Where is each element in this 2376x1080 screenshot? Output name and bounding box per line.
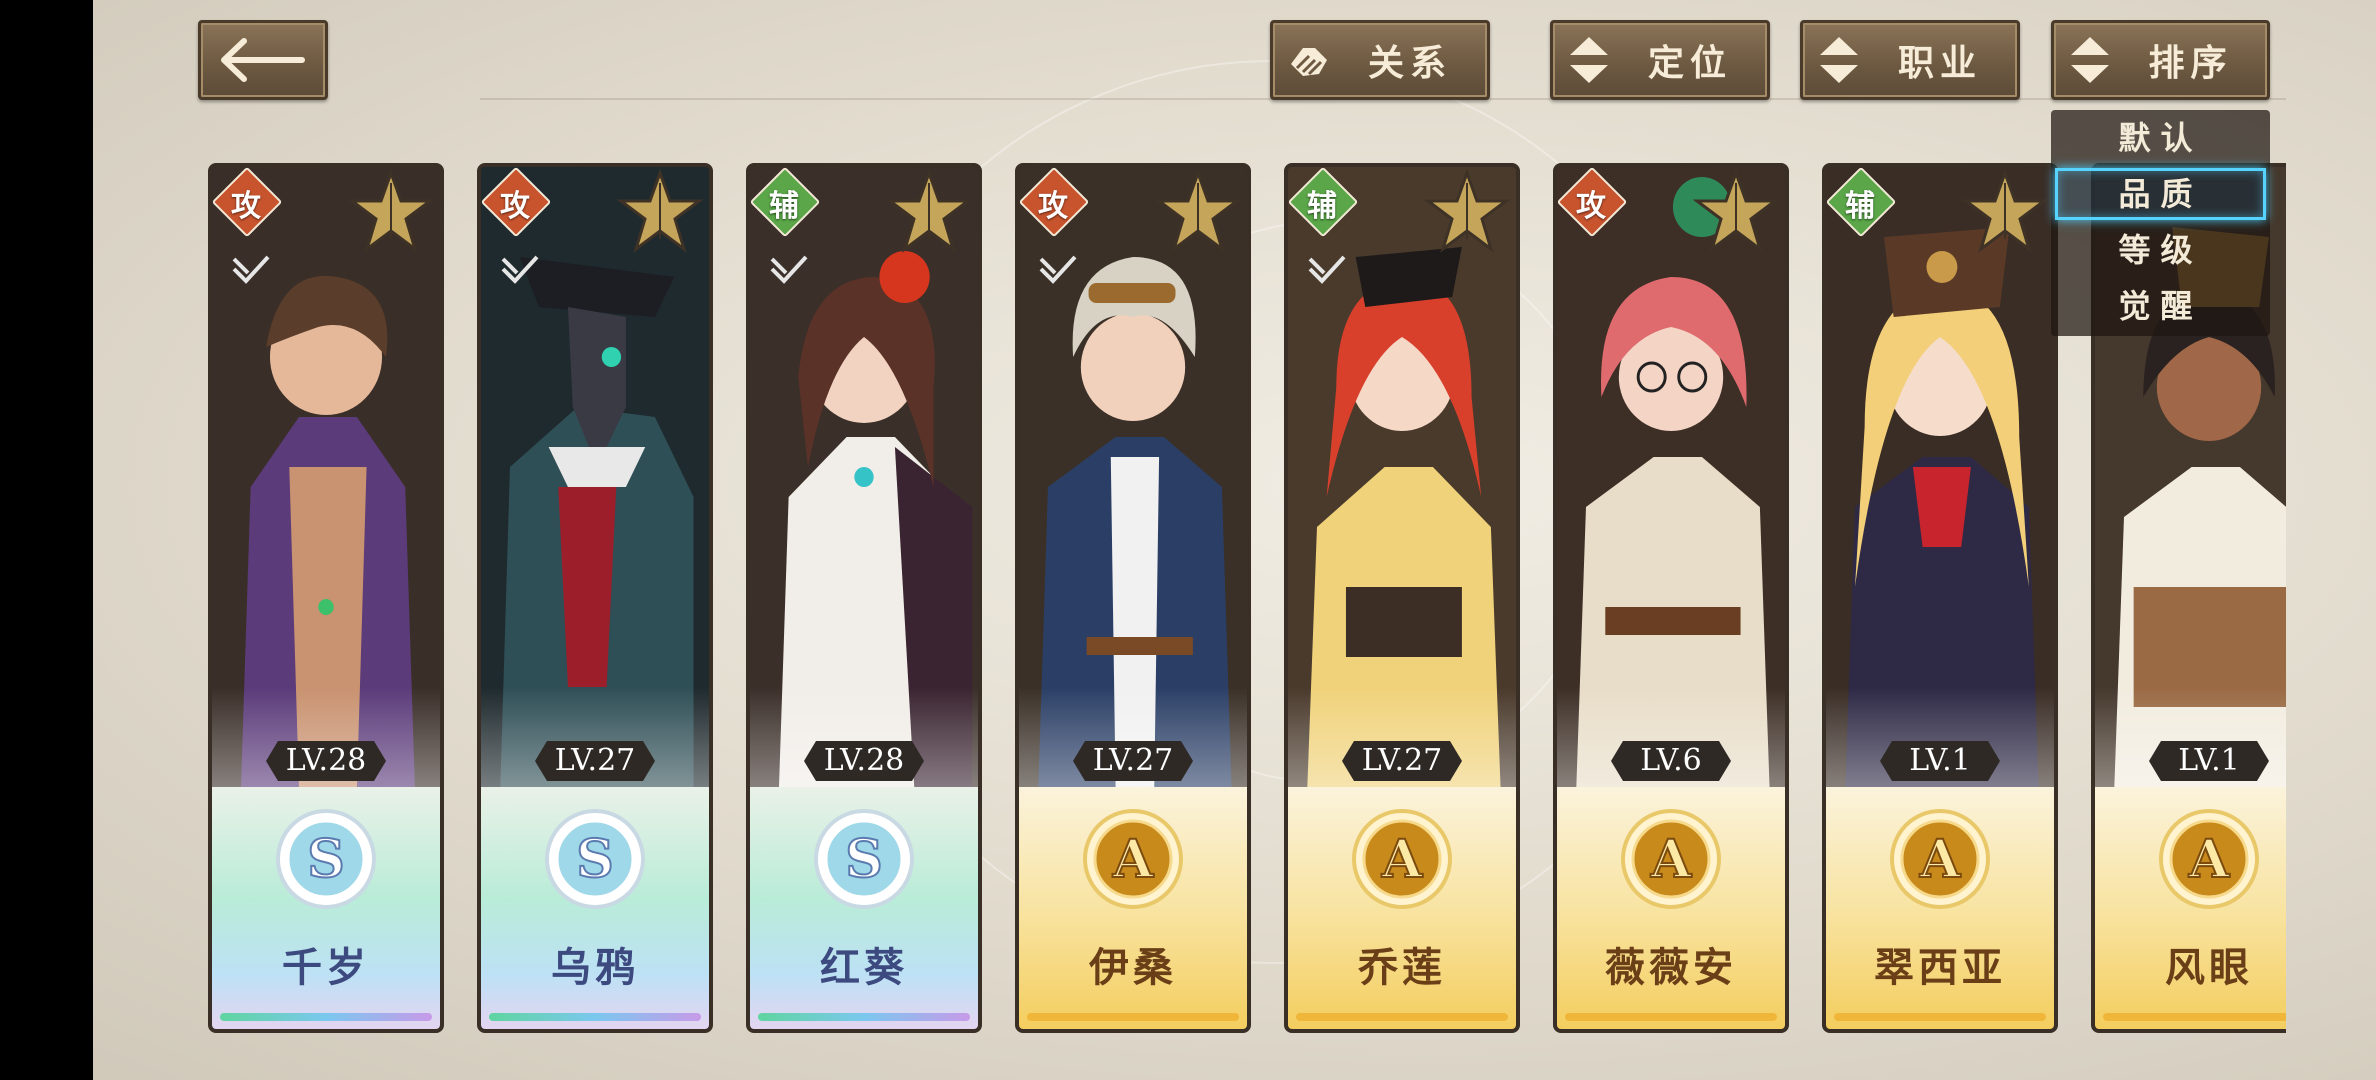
card-progress-bar bbox=[1027, 1013, 1239, 1021]
hero-name: 红葵 bbox=[820, 944, 908, 991]
sort-label: 排序 bbox=[2148, 43, 2233, 84]
rank-a-badge-icon: A bbox=[1352, 809, 1452, 909]
rank-s-badge-icon: S bbox=[814, 809, 914, 909]
rank-s-badge-icon: S bbox=[276, 809, 376, 909]
role-label: 辅 bbox=[1307, 189, 1337, 224]
level-label: LV.28 bbox=[266, 741, 386, 781]
hero-name: 伊桑 bbox=[1089, 944, 1177, 991]
role-label: 攻 bbox=[1576, 189, 1606, 224]
hero-card-list[interactable]: 攻 LV.28 S 千岁 攻 LV.27 S 乌鸦 辅 LV.28 S 红葵 攻… bbox=[200, 155, 2286, 1035]
role-label: 攻 bbox=[500, 189, 530, 224]
star-icon bbox=[617, 169, 703, 253]
class-filter-button[interactable]: 职业 bbox=[1800, 20, 2020, 100]
level-label: LV.27 bbox=[1073, 741, 1193, 781]
level-label: LV.1 bbox=[2149, 741, 2269, 781]
check-badge-icon bbox=[232, 255, 270, 284]
sort-button[interactable]: 排序 bbox=[2051, 20, 2270, 100]
sort-option-quality[interactable]: 品质 bbox=[2055, 168, 2266, 220]
handshake-icon bbox=[1273, 34, 1345, 86]
hero-name: 风眼 bbox=[2165, 944, 2253, 991]
rank-s-badge-icon: S bbox=[545, 809, 645, 909]
hero-name: 乌鸦 bbox=[551, 944, 639, 991]
svg-text:S: S bbox=[845, 829, 883, 890]
relation-label: 关系 bbox=[1367, 43, 1452, 84]
hero-card[interactable]: 攻 LV.27 A 伊桑 bbox=[1015, 163, 1251, 1033]
svg-text:A: A bbox=[1919, 829, 1961, 890]
sort-dropdown-menu: 默认 品质 等级 觉醒 bbox=[2051, 110, 2270, 336]
rank-a-badge-icon: A bbox=[1890, 809, 1990, 909]
class-filter-label: 职业 bbox=[1897, 43, 1982, 84]
card-progress-bar bbox=[758, 1013, 970, 1021]
relation-button[interactable]: 关系 bbox=[1270, 20, 1490, 100]
position-filter-label: 定位 bbox=[1647, 43, 1732, 84]
hero-card[interactable]: 辅 LV.28 S 红葵 bbox=[746, 163, 982, 1033]
level-label: LV.28 bbox=[804, 741, 924, 781]
sort-option-awaken[interactable]: 觉醒 bbox=[2055, 280, 2266, 332]
hero-card[interactable]: 攻 LV.27 S 乌鸦 bbox=[477, 163, 713, 1033]
level-label: LV.1 bbox=[1880, 741, 2000, 781]
star-icon bbox=[348, 169, 434, 253]
card-progress-bar bbox=[1565, 1013, 1777, 1021]
level-label: LV.6 bbox=[1611, 741, 1731, 781]
hero-card[interactable]: 攻 LV.6 A 薇薇安 bbox=[1553, 163, 1789, 1033]
back-button[interactable] bbox=[198, 20, 328, 100]
svg-text:S: S bbox=[307, 829, 345, 890]
level-label: LV.27 bbox=[1342, 741, 1462, 781]
check-badge-icon bbox=[1039, 255, 1077, 284]
rank-a-badge-icon: A bbox=[2159, 809, 2259, 909]
card-progress-bar bbox=[489, 1013, 701, 1021]
rank-a-badge-icon: A bbox=[1083, 809, 1183, 909]
check-badge-icon bbox=[770, 255, 808, 284]
position-filter-button[interactable]: 定位 bbox=[1550, 20, 1770, 100]
sort-arrows-icon bbox=[1553, 35, 1625, 85]
star-icon bbox=[1962, 169, 2048, 253]
hero-name: 薇薇安 bbox=[1605, 944, 1737, 991]
svg-text:A: A bbox=[1650, 829, 1692, 890]
svg-text:A: A bbox=[1381, 829, 1423, 890]
card-progress-bar bbox=[1296, 1013, 1508, 1021]
star-icon bbox=[1155, 169, 1241, 253]
hero-card[interactable]: 攻 LV.28 S 千岁 bbox=[208, 163, 444, 1033]
svg-text:S: S bbox=[576, 829, 614, 890]
star-icon bbox=[1424, 169, 1510, 253]
sort-arrows-icon bbox=[2054, 35, 2126, 85]
svg-text:A: A bbox=[1112, 829, 1154, 890]
role-label: 攻 bbox=[1038, 189, 1068, 224]
screen-edge-bar bbox=[0, 0, 93, 1080]
role-label: 辅 bbox=[769, 189, 799, 224]
check-badge-icon bbox=[1308, 255, 1346, 284]
svg-text:A: A bbox=[2188, 829, 2230, 890]
rank-a-badge-icon: A bbox=[1621, 809, 1721, 909]
arrow-left-icon bbox=[221, 38, 305, 82]
role-label: 辅 bbox=[1845, 189, 1875, 224]
check-badge-icon bbox=[501, 255, 539, 284]
hero-card[interactable]: 辅 LV.27 A 乔莲 bbox=[1284, 163, 1520, 1033]
sort-option-level[interactable]: 等级 bbox=[2055, 224, 2266, 276]
hero-name: 千岁 bbox=[282, 944, 370, 991]
hero-name: 乔莲 bbox=[1358, 944, 1446, 991]
level-label: LV.27 bbox=[535, 741, 655, 781]
role-label: 攻 bbox=[231, 189, 261, 224]
hero-name: 翠西亚 bbox=[1874, 944, 2006, 991]
hero-card[interactable]: 辅 LV.1 A 翠西亚 bbox=[1822, 163, 2058, 1033]
star-icon bbox=[886, 169, 972, 253]
sort-arrows-icon bbox=[1803, 35, 1875, 85]
card-progress-bar bbox=[1834, 1013, 2046, 1021]
card-progress-bar bbox=[220, 1013, 432, 1021]
sort-option-default[interactable]: 默认 bbox=[2055, 112, 2266, 164]
card-progress-bar bbox=[2103, 1013, 2286, 1021]
star-icon bbox=[1693, 169, 1779, 253]
